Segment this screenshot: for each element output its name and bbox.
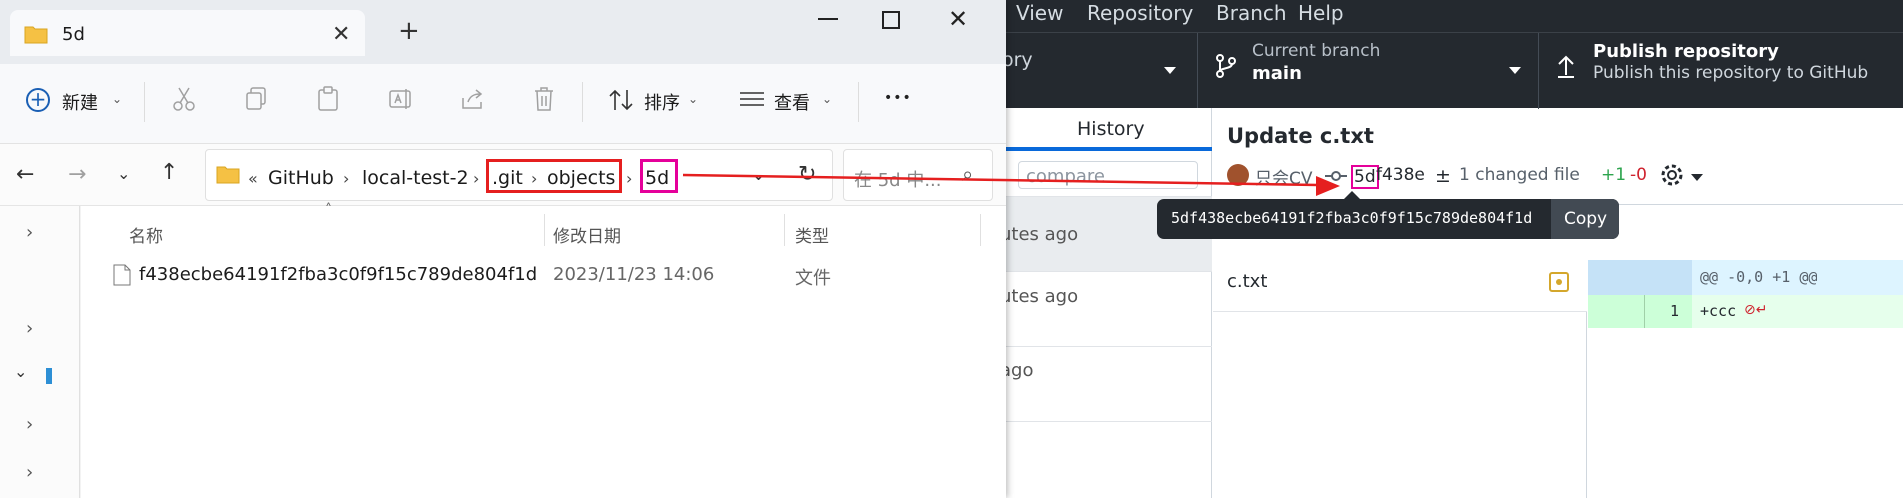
annotation-arrow (682, 173, 1340, 196)
